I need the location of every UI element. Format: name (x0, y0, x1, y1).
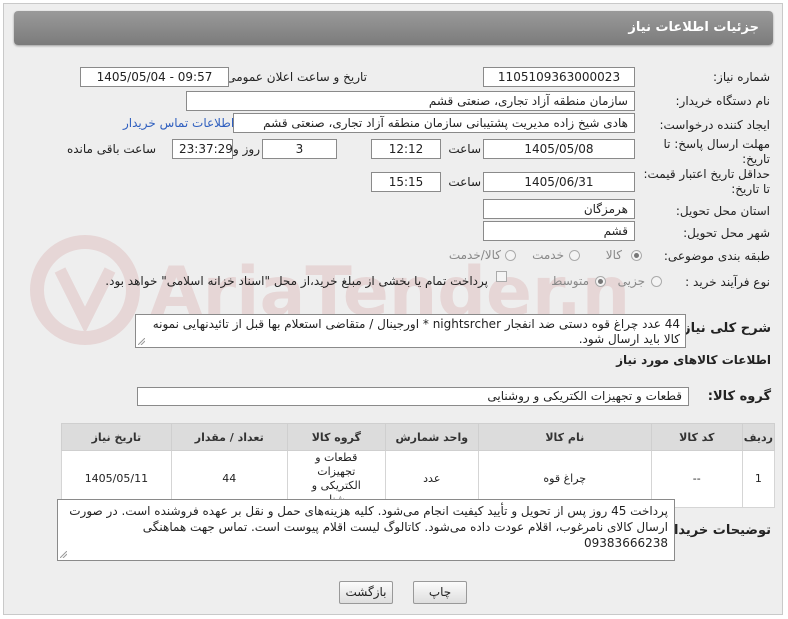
goods-section-title: اطلاعات کالاهای مورد نیاز (616, 353, 771, 367)
delivery-city-field[interactable]: قشم (483, 221, 635, 241)
process-type-label: نوع فرآیند خرید : (685, 275, 770, 289)
treasury-payment-note: پرداخت تمام یا بخشی از مبلغ خرید،از محل … (105, 274, 488, 288)
goods-group-field[interactable]: قطعات و تجهیزات الکتریکی و روشنایی (137, 387, 689, 406)
need-number-label: شماره نیاز: (713, 70, 770, 84)
col-header-unit: واحد شمارش (384, 423, 479, 451)
print-button[interactable]: چاپ (413, 581, 467, 604)
treasury-payment-checkbox[interactable] (496, 271, 507, 282)
buyer-notes-text: پرداخت 45 روز پس از تحویل و تأیید کیفیت … (69, 504, 668, 550)
buyer-org-field[interactable]: سازمان منطقه آزاد تجاری، صنعتی قشم (186, 91, 635, 111)
category-radio-service[interactable] (569, 250, 580, 261)
buyer-contact-link[interactable]: اطلاعات تماس خریدار (123, 116, 234, 130)
items-table: ردیف کد کالا نام کالا واحد شمارش گروه کا… (61, 423, 776, 508)
buyer-notes-label: توضیحات خریدار: (661, 523, 771, 538)
reply-deadline-date-field[interactable]: 1405/05/08 (483, 139, 635, 159)
buyer-notes-field[interactable]: پرداخت 45 روز پس از تحویل و تأیید کیفیت … (57, 499, 675, 561)
price-validity-date-field[interactable]: 1405/06/31 (483, 172, 635, 192)
goods-group-label: گروه کالا: (707, 389, 771, 404)
days-and-label: روز و (233, 142, 260, 156)
delivery-city-label: شهر محل تحویل: (683, 226, 770, 240)
need-number-field[interactable]: 1105109363000023 (483, 67, 635, 87)
category-option-goods: کالا (605, 248, 622, 262)
requester-label: ایجاد کننده درخواست: (659, 118, 770, 132)
price-validity-label-line2: تا تاریخ: (731, 182, 770, 196)
category-option-goods-service: کالا/خدمت (448, 248, 501, 262)
col-header-code: کد کالا (650, 423, 743, 451)
process-radio-partial[interactable] (651, 276, 662, 287)
delivery-province-label: استان محل تحویل: (675, 204, 770, 218)
reply-deadline-days-field[interactable]: 3 (262, 139, 337, 159)
remaining-time-field[interactable]: 23:37:29 (172, 139, 233, 159)
buyer-org-label: نام دستگاه خریدار: (675, 94, 771, 108)
resize-grip-icon[interactable] (138, 338, 145, 345)
subject-category-label: طبقه بندی موضوعی: (663, 249, 770, 263)
category-radio-goods-service[interactable] (505, 250, 516, 261)
process-option-medium: متوسط (551, 274, 589, 288)
reply-deadline-time-field[interactable]: 12:12 (371, 139, 441, 159)
category-option-service: خدمت (532, 248, 564, 262)
reply-deadline-label-line1: مهلت ارسال پاسخ: تا (663, 137, 770, 151)
announce-datetime-field[interactable]: 1405/05/04 - 09:57 (80, 67, 229, 87)
col-header-group: گروه کالا (286, 423, 386, 451)
col-header-quantity: تعداد / مقدار (170, 423, 288, 451)
price-validity-time-label: ساعت (448, 175, 481, 189)
general-description-label: شرح کلی نیاز: (677, 321, 771, 336)
cell-row: 1 (741, 450, 776, 508)
process-radio-medium[interactable] (595, 276, 606, 287)
reply-deadline-label-line2: تاریخ: (742, 152, 770, 166)
col-header-row: ردیف (741, 423, 776, 451)
page-title: جزئیات اطلاعات نیاز (628, 20, 759, 35)
remaining-time-label: ساعت باقی مانده (66, 142, 156, 156)
price-validity-label-line1: حداقل تاریخ اعتبار قیمت: (643, 167, 770, 181)
reply-deadline-time-label: ساعت (448, 142, 481, 156)
col-header-name: نام کالا (477, 423, 652, 451)
category-radio-goods[interactable] (631, 250, 642, 261)
resize-grip-icon[interactable] (60, 551, 67, 558)
delivery-province-field[interactable]: هرمزگان (483, 199, 635, 219)
process-option-partial: جزیی (617, 274, 645, 288)
general-description-text: 44 عدد چراغ قوه دستی ضد انفجار nightsrch… (152, 317, 680, 346)
announce-datetime-label: تاریخ و ساعت اعلان عمومی: (222, 70, 367, 84)
requester-field[interactable]: هادی شیخ زاده مدیریت پشتیبانی سازمان منط… (233, 113, 635, 133)
price-validity-time-field[interactable]: 15:15 (371, 172, 441, 192)
page-header: جزئیات اطلاعات نیاز (14, 11, 773, 45)
back-button[interactable]: بازگشت (339, 581, 393, 604)
col-header-need-date: تاریخ نیاز (61, 423, 172, 451)
general-description-field[interactable]: 44 عدد چراغ قوه دستی ضد انفجار nightsrch… (135, 314, 686, 348)
